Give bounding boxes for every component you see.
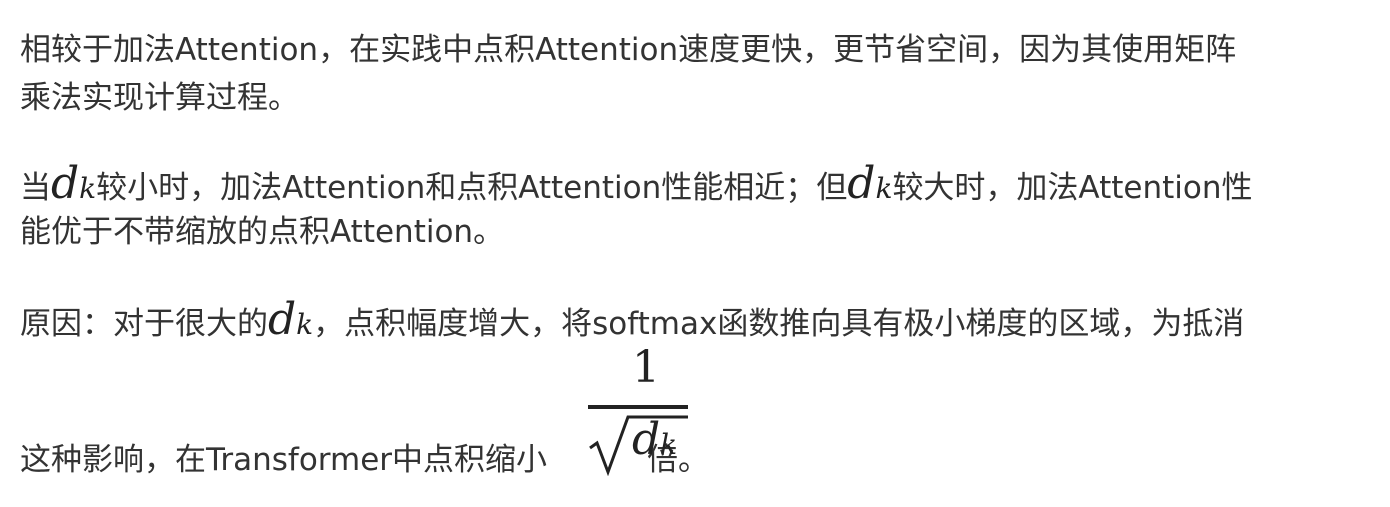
- sqrt-radicand: dk: [632, 414, 678, 465]
- fraction-bar: [588, 405, 688, 409]
- text-segment: 较小时，加法Attention和点积Attention性能相近；但: [96, 170, 848, 206]
- text-line: 乘法实现计算过程。: [20, 80, 299, 116]
- math-dk: dk: [847, 158, 893, 209]
- text-segment: 当: [20, 170, 51, 206]
- fraction-numerator: 1: [632, 342, 660, 393]
- math-dk: dk: [268, 294, 314, 345]
- text-line: 当dk较小时，加法Attention和点积Attention性能相近；但dk较大…: [20, 160, 1253, 208]
- text-line: 相较于加法Attention，在实践中点积Attention速度更快，更节省空间…: [20, 32, 1237, 68]
- text-segment: ，点积幅度增大，将softmax函数推向具有极小梯度的区域，为抵消: [313, 306, 1245, 342]
- math-dk: dk: [51, 158, 97, 209]
- article-content: 相较于加法Attention，在实践中点积Attention速度更快，更节省空间…: [0, 0, 1390, 507]
- text-line: 原因：对于很大的dk，点积幅度增大，将softmax函数推向具有极小梯度的区域，…: [20, 296, 1244, 344]
- math-fraction-one-over-sqrt-dk: 1 dk: [588, 342, 688, 482]
- text-segment: 这种影响，在Transformer中点积缩小: [20, 442, 548, 478]
- text-line: 能优于不带缩放的点积Attention。: [20, 214, 505, 250]
- text-segment: 较大时，加法Attention性: [892, 170, 1253, 206]
- text-segment: 原因：对于很大的: [20, 306, 268, 342]
